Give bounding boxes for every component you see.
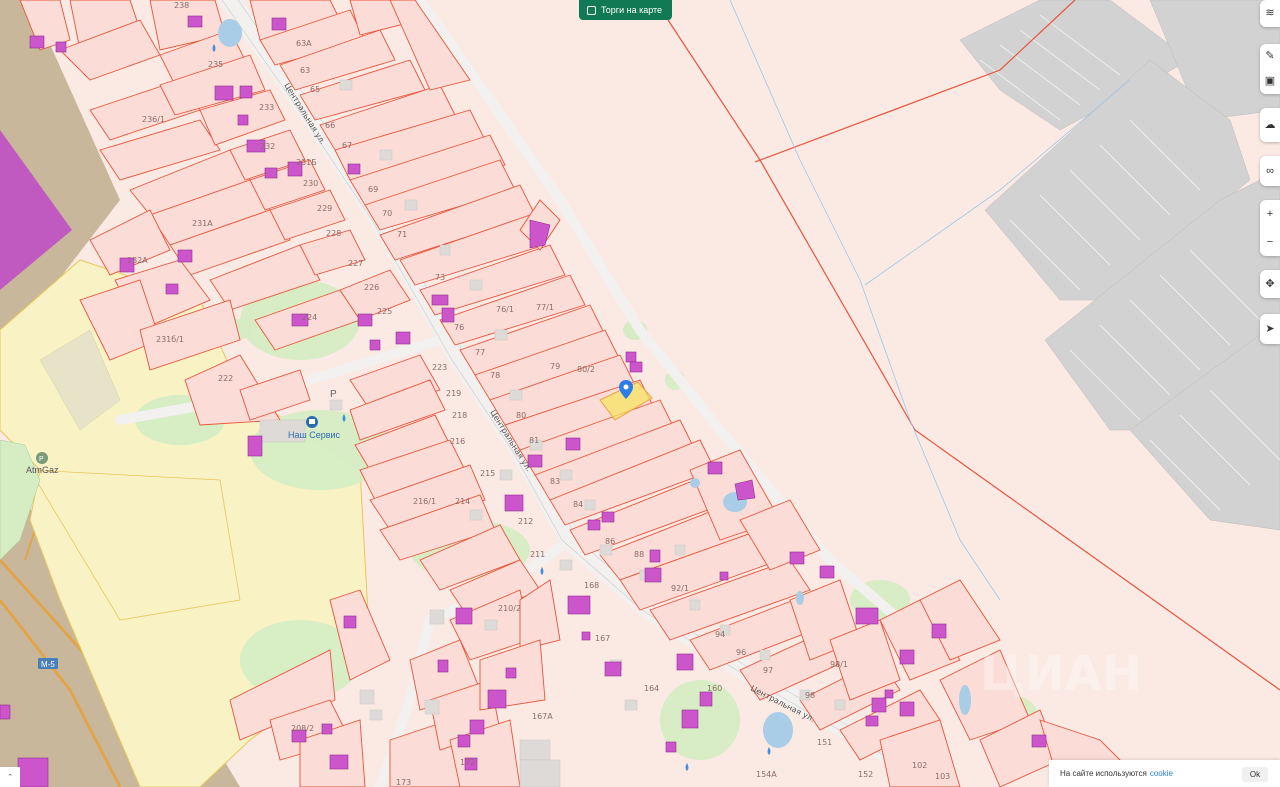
collapse-chevron-icon[interactable]: ⌃ bbox=[0, 767, 20, 787]
svg-text:67: 67 bbox=[342, 141, 352, 150]
svg-text:238: 238 bbox=[174, 1, 189, 10]
svg-text:226: 226 bbox=[364, 283, 379, 292]
edit-icon[interactable]: ▣ bbox=[1265, 76, 1275, 87]
svg-text:227: 227 bbox=[348, 259, 363, 268]
svg-text:219: 219 bbox=[446, 389, 461, 398]
svg-text:77: 77 bbox=[475, 348, 485, 357]
svg-text:88: 88 bbox=[634, 550, 644, 559]
checkbox-icon[interactable] bbox=[587, 5, 596, 15]
svg-text:92/1: 92/1 bbox=[671, 584, 689, 593]
svg-text:236/1: 236/1 bbox=[142, 115, 165, 124]
svg-text:80/2: 80/2 bbox=[577, 365, 595, 374]
cloud-button[interactable]: ☁ bbox=[1260, 108, 1280, 142]
svg-text:216: 216 bbox=[450, 437, 465, 446]
zoom-in-button[interactable]: + bbox=[1267, 208, 1273, 220]
locate-button[interactable]: ➤ bbox=[1260, 314, 1280, 344]
svg-text:103: 103 bbox=[935, 772, 950, 781]
svg-text:173: 173 bbox=[396, 778, 411, 787]
svg-text:66: 66 bbox=[325, 121, 335, 130]
svg-text:154А: 154А bbox=[756, 770, 777, 779]
svg-text:216/1: 216/1 bbox=[413, 497, 436, 506]
svg-text:78: 78 bbox=[490, 371, 500, 380]
svg-text:94: 94 bbox=[715, 630, 725, 639]
svg-text:167А: 167А bbox=[532, 712, 553, 721]
zoom-out-button[interactable]: − bbox=[1267, 236, 1273, 248]
link-button[interactable]: ∞ bbox=[1260, 156, 1280, 186]
draw-tools-panel[interactable]: ✎ ▣ bbox=[1260, 44, 1280, 94]
svg-text:223: 223 bbox=[432, 363, 447, 372]
svg-text:218: 218 bbox=[452, 411, 467, 420]
svg-text:P: P bbox=[39, 456, 44, 463]
svg-text:235: 235 bbox=[208, 60, 223, 69]
svg-text:70: 70 bbox=[382, 209, 392, 218]
svg-text:232: 232 bbox=[260, 142, 275, 151]
pencil-icon[interactable]: ✎ bbox=[1265, 51, 1274, 62]
auction-toggle-label: Торги на карте bbox=[601, 5, 663, 15]
svg-text:228: 228 bbox=[326, 229, 341, 238]
svg-text:76/1: 76/1 bbox=[496, 305, 514, 314]
auction-toggle-button[interactable]: Торги на карте bbox=[579, 0, 672, 20]
svg-text:211: 211 bbox=[530, 550, 545, 559]
svg-text:167: 167 bbox=[595, 634, 610, 643]
cookie-link[interactable]: cookie bbox=[1150, 769, 1173, 778]
svg-text:65: 65 bbox=[310, 85, 320, 94]
svg-text:71: 71 bbox=[397, 230, 407, 239]
zoom-panel[interactable]: + − bbox=[1260, 200, 1280, 256]
road-m5-label: M-5 bbox=[41, 660, 55, 669]
svg-text:Наш Сервис: Наш Сервис bbox=[288, 430, 341, 440]
parking-label: P bbox=[330, 389, 337, 400]
svg-text:76: 76 bbox=[454, 323, 464, 332]
svg-text:229: 229 bbox=[317, 204, 332, 213]
cookie-ok-button[interactable]: Ok bbox=[1242, 767, 1268, 782]
cookie-text: На сайте используются bbox=[1060, 769, 1147, 778]
cadastral-map[interactable]: 238 63А 235 63 65 233 236/1 66 67 232 23… bbox=[0, 0, 1280, 787]
svg-text:63: 63 bbox=[300, 66, 310, 75]
svg-text:77/1: 77/1 bbox=[536, 303, 554, 312]
move-icon: ✥ bbox=[1265, 277, 1275, 290]
svg-text:80: 80 bbox=[516, 411, 526, 420]
svg-text:168: 168 bbox=[584, 581, 599, 590]
svg-text:152: 152 bbox=[858, 770, 873, 779]
svg-text:232А: 232А bbox=[127, 256, 148, 265]
layers-button[interactable]: ≋ bbox=[1260, 0, 1280, 27]
svg-text:231А: 231А bbox=[192, 219, 213, 228]
svg-text:164: 164 bbox=[644, 684, 659, 693]
svg-text:86: 86 bbox=[605, 537, 615, 546]
layers-icon: ≋ bbox=[1265, 7, 1275, 19]
svg-text:233: 233 bbox=[259, 103, 274, 112]
svg-text:84: 84 bbox=[573, 500, 583, 509]
svg-text:79: 79 bbox=[550, 362, 560, 371]
svg-text:210/2: 210/2 bbox=[498, 604, 521, 613]
cloud-icon: ☁ bbox=[1264, 118, 1276, 131]
svg-text:96: 96 bbox=[736, 648, 746, 657]
svg-text:215: 215 bbox=[480, 469, 495, 478]
svg-text:AtmGaz: AtmGaz bbox=[26, 465, 59, 475]
svg-text:81: 81 bbox=[529, 436, 539, 445]
svg-text:225: 225 bbox=[377, 307, 392, 316]
svg-text:97: 97 bbox=[763, 666, 773, 675]
link-icon: ∞ bbox=[1266, 164, 1274, 177]
svg-text:151: 151 bbox=[817, 738, 832, 747]
svg-text:224: 224 bbox=[302, 313, 317, 322]
svg-text:222: 222 bbox=[218, 374, 233, 383]
svg-text:102: 102 bbox=[912, 761, 927, 770]
svg-text:214: 214 bbox=[455, 497, 470, 506]
svg-text:73: 73 bbox=[435, 273, 445, 282]
svg-text:83: 83 bbox=[550, 477, 560, 486]
locate-icon: ➤ bbox=[1265, 322, 1275, 335]
watermark-logo: ЦИАН bbox=[980, 646, 1142, 702]
svg-text:231б/1: 231б/1 bbox=[156, 335, 184, 344]
move-button[interactable]: ✥ bbox=[1260, 270, 1280, 298]
svg-text:69: 69 bbox=[368, 185, 378, 194]
svg-text:98: 98 bbox=[805, 691, 815, 700]
svg-text:230: 230 bbox=[303, 179, 318, 188]
cookie-banner: На сайте используются cookie Ok bbox=[1049, 760, 1280, 787]
svg-text:160: 160 bbox=[707, 684, 722, 693]
svg-text:208/2: 208/2 bbox=[291, 724, 314, 733]
svg-text:231Б: 231Б bbox=[296, 158, 317, 167]
svg-text:63А: 63А bbox=[296, 39, 312, 48]
svg-text:172: 172 bbox=[460, 758, 475, 767]
svg-text:212: 212 bbox=[518, 517, 533, 526]
svg-text:98/1: 98/1 bbox=[830, 660, 848, 669]
